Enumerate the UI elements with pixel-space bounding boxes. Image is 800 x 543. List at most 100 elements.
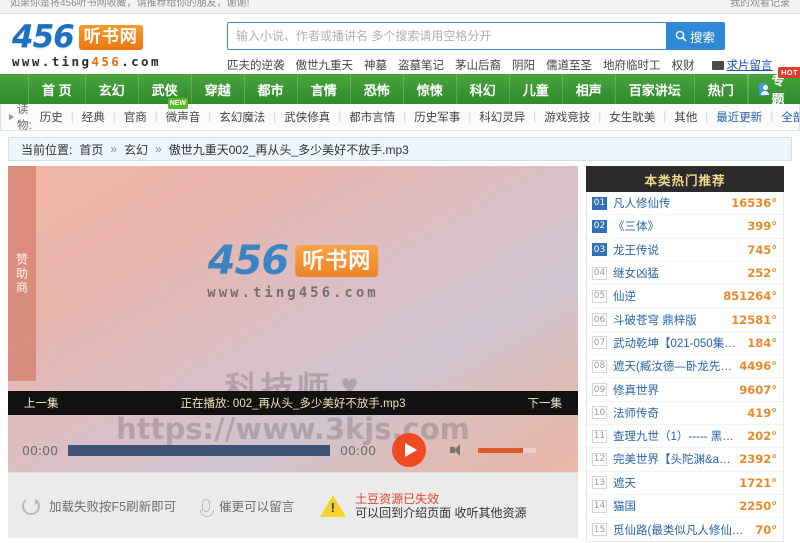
hot-keyword[interactable]: 地府临时工 (603, 57, 661, 73)
hot-keyword[interactable]: 儒道至圣 (546, 57, 592, 73)
list-item-title[interactable]: 查理九世（1）----- 黑贝街的 (613, 428, 742, 444)
user-icon (758, 82, 769, 96)
list-item-title[interactable]: 凡人修仙传 (613, 195, 726, 211)
search-input[interactable] (228, 23, 666, 49)
list-item-title[interactable]: 遮天 (613, 475, 734, 491)
nav-item-home[interactable]: 首 页 (28, 74, 86, 104)
list-item[interactable]: 07 武动乾坤【021-050集】(翘笔 184° (587, 332, 783, 356)
hot-keyword[interactable]: 茅山后裔 (455, 57, 501, 73)
list-item-title[interactable]: 斗破苍穹 鼎梓版 (613, 312, 726, 328)
list-item-heat: 419° (747, 405, 777, 420)
hot-keywords: 匹夫的逆袭 傲世九重天 神墓 盗墓笔记 茅山后裔 阴阳 儒道至圣 地府临时工 权… (227, 57, 790, 73)
logo-url-suffix: .com (121, 54, 161, 69)
subnav-item-dushiyanqing[interactable]: 都市言情 (341, 109, 403, 125)
triangle-right-icon (9, 114, 14, 120)
list-item[interactable]: 09 修真世界 9607° (587, 378, 783, 402)
list-item[interactable]: 14 猫国 2250° (587, 495, 783, 519)
list-item-heat: 2392° (739, 452, 777, 467)
list-item-title[interactable]: 修真世界 (613, 382, 734, 398)
nav-item-special-topic[interactable]: 专题 HOT (749, 67, 800, 107)
nav-item-xiangsheng[interactable]: 相声 (563, 74, 616, 104)
breadcrumb-home[interactable]: 首页 (79, 141, 103, 158)
subnav-item-lishi[interactable]: 历史 (32, 109, 71, 125)
rank-badge: 08 (592, 359, 607, 373)
subnav-item-lishijunshi[interactable]: 历史军事 (406, 109, 468, 125)
subnav-item-youxijingji[interactable]: 游戏竞技 (536, 109, 598, 125)
nav-item-dushi[interactable]: 都市 (245, 74, 298, 104)
watermark-logo-row: 456 听书网 (207, 240, 379, 282)
nav-item-ertong[interactable]: 儿童 (510, 74, 563, 104)
list-item-title[interactable]: 遮天(臧汝德—卧龙先生版) (613, 358, 734, 374)
list-item[interactable]: 11 查理九世（1）----- 黑贝街的 202° (587, 425, 783, 449)
player-controls: 00:00 00:00 (8, 428, 578, 472)
list-item-title[interactable]: 觅仙路(最类似凡人修仙传的书) (613, 522, 750, 538)
list-item[interactable]: 03 龙王传说 745° (587, 239, 783, 262)
list-item-title[interactable]: 完美世界【头陀渊&amp;小 (613, 451, 734, 467)
subnav-item-xuanhuanmofa[interactable]: 玄幻魔法 (211, 109, 273, 125)
nav-item-remen[interactable]: 热门 (695, 74, 748, 104)
list-item-title[interactable]: 龙王传说 (613, 242, 742, 258)
list-item[interactable]: 10 法师传奇 419° (587, 402, 783, 425)
watch-history-link[interactable]: 我的观看记录 (730, 0, 790, 11)
list-item[interactable]: 15 觅仙路(最类似凡人修仙传的书) 70° (587, 518, 783, 541)
list-item[interactable]: 05 仙逆 851264° (587, 285, 783, 309)
watermark-logo-badge: 听书网 (295, 245, 379, 277)
hot-keyword[interactable]: 盗墓笔记 (398, 57, 444, 73)
next-episode-button[interactable]: 下一集 (528, 395, 563, 411)
nav-item-kehuan[interactable]: 科幻 (457, 74, 510, 104)
speaker-icon[interactable] (450, 444, 462, 456)
breadcrumb-category[interactable]: 玄幻 (124, 141, 148, 158)
progress-slider[interactable] (68, 444, 331, 456)
media-player[interactable]: 赞助商 456 听书网 www.ting456.com 科技师 ♥ https:… (8, 166, 578, 538)
list-item-title[interactable]: 《三体》 (613, 218, 742, 234)
subnav-item-qita[interactable]: 其他 (666, 109, 705, 125)
volume-slider[interactable] (478, 447, 537, 453)
hot-keyword[interactable]: 匹夫的逆袭 (227, 57, 285, 73)
list-item[interactable]: 12 完美世界【头陀渊&amp;小 2392° (587, 448, 783, 472)
hot-keyword[interactable]: 阴阳 (512, 57, 535, 73)
rank-badge: 10 (592, 406, 607, 420)
subnav-item-kehuanlingyi[interactable]: 科幻灵异 (471, 109, 533, 125)
subnav-item-weishengyin[interactable]: NEW 微声音 (158, 98, 209, 125)
hot-keyword[interactable]: 傲世九重天 (296, 57, 354, 73)
hot-keyword[interactable]: 权财 (672, 57, 695, 73)
subnav-item-nvshengdanmei[interactable]: 女生耽美 (601, 109, 663, 125)
nav-item-chuanyue[interactable]: 穿越 (192, 74, 245, 104)
list-item-title[interactable]: 继女凶猛 (613, 265, 742, 281)
nav-item-xuanhuan[interactable]: 玄幻 (86, 74, 139, 104)
subnav-item-jingdian[interactable]: 经典 (74, 109, 113, 125)
reload-notice[interactable]: 加载失败按F5刷新即可 (22, 496, 176, 515)
nav-item-yanqing[interactable]: 言情 (298, 74, 351, 104)
nav-item-baijiajiangtan[interactable]: 百家讲坛 (616, 74, 695, 104)
subnav-all-media[interactable]: 全部影片 (773, 109, 800, 125)
list-item[interactable]: 06 斗破苍穹 鼎梓版 12581° (587, 308, 783, 332)
refresh-icon (22, 496, 40, 515)
list-item-title[interactable]: 法师传奇 (613, 405, 742, 421)
subnav-item-guanshang[interactable]: 官商 (116, 109, 155, 125)
message-notice-text: 催更可以留言 (219, 500, 295, 514)
mail-request-link[interactable]: 求片留言 (727, 57, 773, 73)
list-item-title[interactable]: 猫国 (613, 498, 734, 514)
list-item-title[interactable]: 仙逆 (613, 288, 718, 304)
subnav-recent-updates[interactable]: 最近更新 (708, 109, 770, 125)
hot-keyword[interactable]: 神墓 (364, 57, 387, 73)
sidebar-title: 本类热门推荐 (586, 166, 784, 192)
list-item-heat: 2250° (739, 499, 777, 513)
nav-item-kongbu[interactable]: 恐怖 (351, 74, 404, 104)
list-item[interactable]: 02 《三体》 399° (587, 215, 783, 239)
prev-episode-button[interactable]: 上一集 (24, 395, 59, 411)
list-item[interactable]: 01 凡人修仙传 16536° (587, 192, 783, 216)
subnav-item-wuxiaxiuzhen[interactable]: 武侠修真 (276, 109, 338, 125)
list-item[interactable]: 04 继女凶猛 252° (587, 262, 783, 286)
logo-url: www.ting456.com (12, 54, 227, 69)
list-item-heat: 851264° (723, 289, 777, 304)
list-item[interactable]: 08 遮天(臧汝德—卧龙先生版) 4496° (587, 355, 783, 379)
site-logo[interactable]: 456 听书网 www.ting456.com (12, 20, 227, 69)
search-button[interactable]: 搜索 (666, 23, 724, 49)
breadcrumb-separator: » (110, 142, 118, 156)
message-notice[interactable]: 催更可以留言 (200, 496, 295, 517)
play-button[interactable] (392, 433, 427, 467)
nav-item-jingsong[interactable]: 惊悚 (404, 74, 457, 104)
list-item-title[interactable]: 武动乾坤【021-050集】(翘笔 (613, 335, 742, 351)
list-item[interactable]: 13 遮天 1721° (587, 472, 783, 495)
